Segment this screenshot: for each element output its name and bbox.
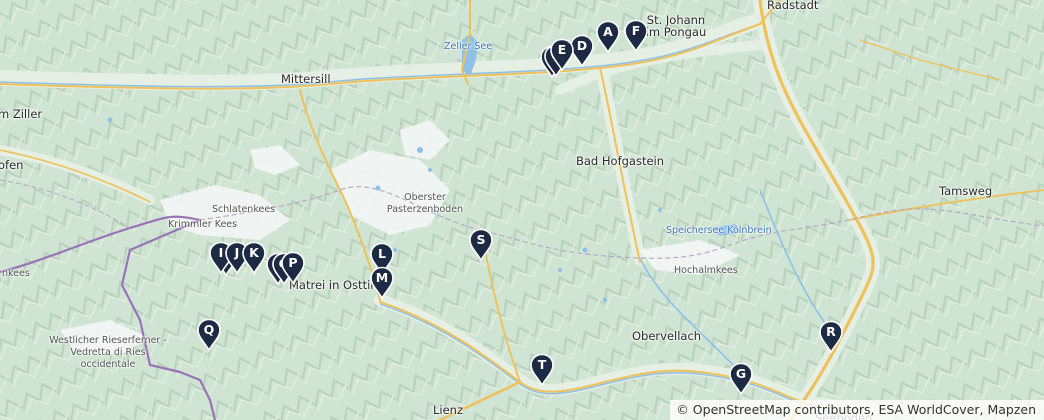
map-marker-g[interactable]: G: [728, 362, 754, 396]
marker-label: R: [826, 324, 836, 339]
map-marker-k[interactable]: K: [241, 241, 267, 275]
marker-label: G: [735, 366, 747, 381]
map-marker-e[interactable]: E: [549, 38, 575, 72]
place-label: Hochalmkees: [674, 265, 738, 276]
marker-label: E: [557, 42, 567, 57]
place-label: Obervellach: [632, 329, 702, 343]
place-label: Speichersee Kölnbrein: [666, 225, 772, 236]
place-label: m Ziller: [0, 107, 43, 121]
map-canvas[interactable]: Radstadt St. Johann im Pongau Zeller See Mi…: [0, 0, 1044, 420]
place-label: Zeller See: [444, 41, 493, 52]
map-marker-r[interactable]: R: [818, 320, 844, 354]
marker-label: K: [249, 245, 259, 260]
place-label: Krimmler Kees: [168, 219, 238, 230]
map-marker-a[interactable]: A: [595, 20, 621, 54]
map-marker-s[interactable]: S: [468, 228, 494, 262]
place-label: St. Johann im Pongau: [645, 13, 707, 39]
place-label: Westlicher Rieserferner - Vedretta di Ri…: [49, 335, 167, 370]
place-label: Oberster Pasterzenboden: [386, 192, 464, 215]
place-label: Radstadt: [767, 0, 819, 12]
place-label: Mittersill: [281, 72, 331, 86]
marker-label: F: [631, 23, 641, 38]
marker-label: T: [537, 357, 547, 372]
map-marker-q[interactable]: Q: [196, 318, 222, 352]
place-label: nkees: [2, 268, 30, 279]
map-marker-t[interactable]: T: [529, 353, 555, 387]
marker-label: S: [476, 232, 486, 247]
place-label: Schlatenkees: [212, 204, 276, 215]
place-label: Tamsweg: [939, 184, 993, 198]
map-attribution[interactable]: © OpenStreetMap contributors, ESA WorldC…: [670, 400, 1044, 420]
map-marker-m[interactable]: M: [369, 266, 395, 300]
marker-label: L: [378, 246, 386, 261]
place-label: Lienz: [433, 403, 464, 417]
map-marker-f[interactable]: F: [623, 19, 649, 53]
place-label: Bad Hofgastein: [576, 154, 665, 168]
marker-label: Q: [203, 322, 215, 337]
marker-label: M: [375, 270, 389, 285]
marker-label: P: [288, 255, 298, 270]
map-marker-p[interactable]: P: [280, 251, 306, 285]
place-label: ofen: [0, 158, 24, 172]
marker-label: A: [603, 24, 613, 39]
